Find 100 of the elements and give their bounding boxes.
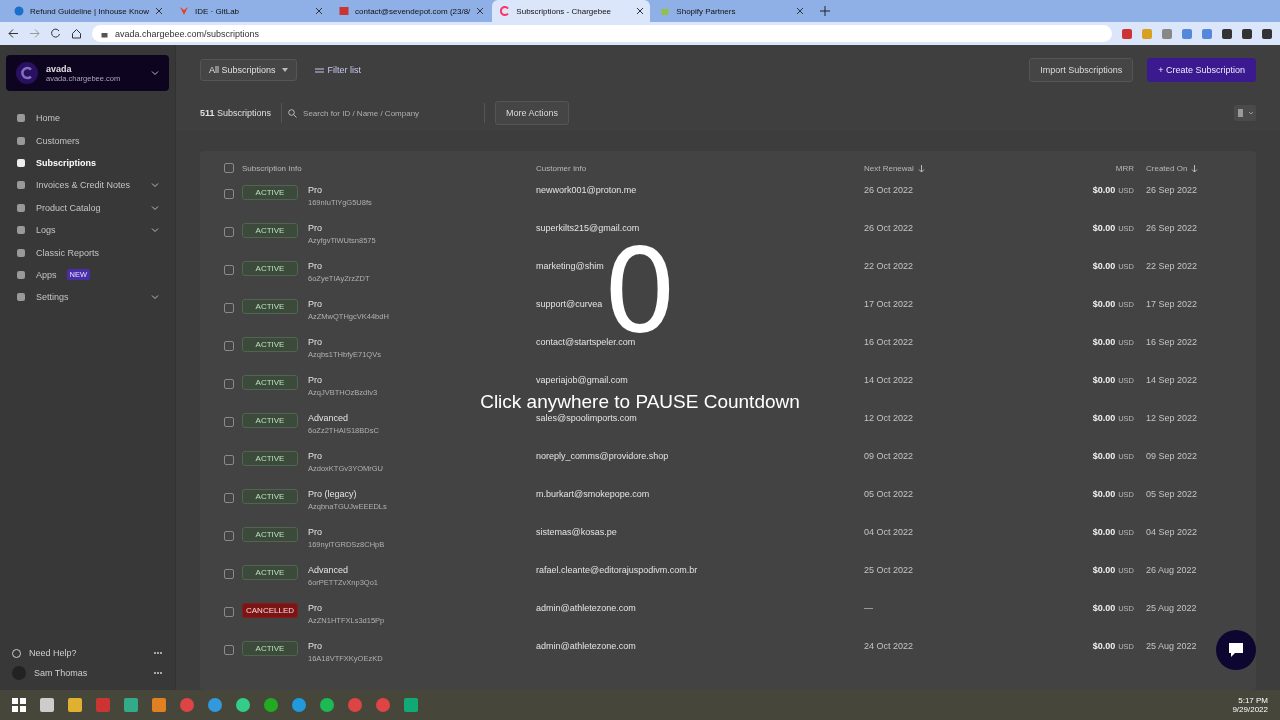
plan-name[interactable]: Pro: [308, 527, 385, 537]
search-icon: [288, 108, 298, 118]
help-icon: [12, 648, 21, 658]
mrr-amount: $0.00: [1092, 223, 1116, 233]
plan-name[interactable]: Pro: [308, 261, 370, 271]
sort-arrow-icon[interactable]: [1190, 163, 1200, 173]
app-icon[interactable]: [320, 698, 334, 712]
created-date: 26 Aug 2022: [1146, 565, 1198, 575]
close-icon[interactable]: [636, 7, 645, 15]
checkbox[interactable]: [224, 417, 234, 427]
forward-arrow-icon[interactable]: [29, 28, 40, 39]
sidebar-item[interactable]: Home: [6, 107, 169, 130]
account-name: avada: [46, 63, 73, 74]
home-icon[interactable]: [71, 28, 82, 39]
app-icon[interactable]: [264, 698, 278, 712]
checkbox[interactable]: [224, 189, 234, 199]
app-icon[interactable]: [236, 698, 250, 712]
plan-name[interactable]: Pro: [308, 185, 372, 195]
mrr-amount: $0.00: [1092, 261, 1116, 271]
back-arrow-icon[interactable]: [8, 28, 19, 39]
create-subscription-button[interactable]: + Create Subscription: [1147, 58, 1256, 82]
extension-icon[interactable]: [1242, 28, 1252, 39]
column-header[interactable]: Next Renewal: [864, 163, 994, 173]
status-badge: CANCELLED: [242, 603, 298, 618]
sliders-icon: [314, 65, 324, 75]
help-link[interactable]: Need Help?: [29, 648, 77, 658]
close-icon[interactable]: [155, 7, 164, 15]
app-icon[interactable]: [292, 698, 306, 712]
customer-email: m.burkart@smokepope.com: [536, 489, 651, 499]
status-badge: ACTIVE: [242, 185, 298, 200]
extension-icon[interactable]: [1222, 28, 1232, 39]
sidebar-item[interactable]: Subscriptions: [6, 151, 169, 175]
mrr-amount: $0.00: [1092, 299, 1116, 309]
filter-button[interactable]: Filter list: [310, 61, 366, 79]
address-bar[interactable]: avada.chargebee.com/subscriptions: [92, 25, 1112, 42]
more-actions-button[interactable]: More Actions: [495, 101, 570, 125]
windows-logo-icon[interactable]: [12, 698, 26, 712]
app-icon[interactable]: [208, 698, 222, 712]
created-date: 25 Aug 2022: [1146, 641, 1198, 651]
close-icon[interactable]: [476, 7, 485, 15]
app-icon[interactable]: [348, 698, 362, 712]
checkbox[interactable]: [224, 607, 234, 617]
sidebar-item[interactable]: Logs: [6, 218, 169, 242]
sidebar-item[interactable]: Settings: [6, 286, 169, 309]
renewal-date: 25 Oct 2022: [864, 565, 915, 575]
browser-tab[interactable]: IDE · GitLab: [171, 0, 330, 22]
plan-name[interactable]: Advanced: [308, 413, 379, 423]
checkbox[interactable]: [224, 303, 234, 313]
checkbox[interactable]: [224, 531, 234, 541]
checkbox[interactable]: [224, 455, 234, 465]
browser-tab[interactable]: Refund Guideline | Inhouse Know: [6, 0, 170, 22]
checkbox[interactable]: [224, 227, 234, 237]
sort-arrow-icon[interactable]: [916, 163, 926, 173]
reload-icon[interactable]: [50, 28, 61, 39]
extension-icon[interactable]: [1262, 28, 1272, 39]
column-header: Subscription Info: [241, 163, 303, 173]
browser-tab[interactable]: Subscriptions - Chargebee: [492, 0, 651, 22]
app-icon[interactable]: [180, 698, 194, 712]
plan-name[interactable]: Pro: [308, 375, 378, 385]
plan-name[interactable]: Pro (legacy): [308, 489, 387, 499]
created-date: 26 Sep 2022: [1146, 223, 1199, 233]
sidebar-item[interactable]: Product Catalog: [6, 196, 169, 219]
sidebar-item[interactable]: Invoices & Credit Notes: [6, 174, 169, 197]
sidebar-item[interactable]: Classic Reports: [6, 241, 169, 264]
more-icon[interactable]: [153, 651, 163, 655]
plan-name[interactable]: Pro: [308, 641, 383, 651]
import-button[interactable]: Import Subscriptions: [1029, 58, 1134, 82]
plan-name[interactable]: Pro: [308, 603, 385, 613]
browser-tab[interactable]: contact@sevendepot.com (23/8/: [331, 0, 491, 22]
checkbox[interactable]: [224, 379, 234, 389]
checkbox[interactable]: [224, 645, 234, 655]
status-badge: ACTIVE: [242, 489, 298, 504]
column-view-icon[interactable]: [1234, 105, 1256, 121]
user-name[interactable]: Sam Thomas: [34, 668, 88, 678]
mrr-amount: $0.00: [1092, 565, 1116, 575]
column-header[interactable]: Created On: [1146, 163, 1226, 173]
browser-tab[interactable]: Shopify Partners: [652, 0, 811, 22]
customer-email: rafael.cleante@editorajuspodivm.com.br: [536, 565, 699, 575]
close-icon[interactable]: [315, 7, 324, 15]
search-field[interactable]: Search for ID / Name / Company: [301, 107, 476, 119]
checkbox[interactable]: [224, 341, 234, 351]
created-date: 04 Sep 2022: [1146, 527, 1199, 537]
sidebar-item[interactable]: Customers: [6, 129, 169, 152]
mrr-amount: $0.00: [1092, 489, 1116, 499]
plan-name[interactable]: Pro: [308, 299, 389, 309]
more-icon[interactable]: [153, 671, 163, 675]
app-icon[interactable]: [376, 698, 390, 712]
view-dropdown[interactable]: All Subscriptions: [200, 59, 297, 81]
plan-name[interactable]: Pro: [308, 451, 383, 461]
checkbox[interactable]: [224, 493, 234, 503]
checkbox[interactable]: [224, 163, 234, 173]
countdown-message[interactable]: Click anywhere to PAUSE Countdown: [480, 391, 800, 413]
plan-name[interactable]: Pro: [308, 337, 381, 347]
status-badge: ACTIVE: [242, 299, 298, 314]
plan-name[interactable]: Advanced: [308, 565, 379, 575]
checkbox[interactable]: [224, 265, 234, 275]
checkbox[interactable]: [224, 569, 234, 579]
new-tab-icon[interactable]: [820, 6, 831, 16]
close-icon[interactable]: [796, 7, 805, 15]
plan-name[interactable]: Pro: [308, 223, 376, 233]
